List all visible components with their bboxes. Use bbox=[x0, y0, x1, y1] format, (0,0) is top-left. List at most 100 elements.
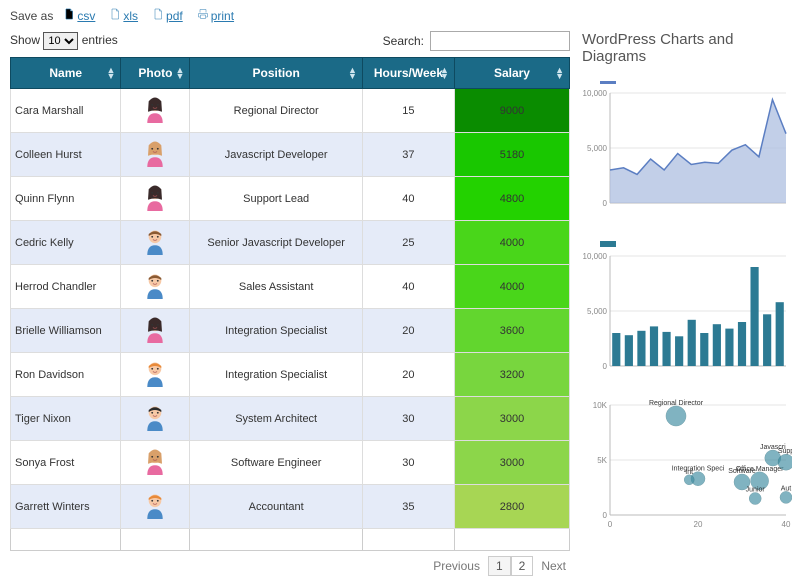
cell-position: Senior Javascript Developer bbox=[190, 221, 363, 265]
export-print-link[interactable]: print bbox=[197, 8, 234, 23]
cell-photo bbox=[121, 265, 190, 309]
table-row[interactable]: Garrett Winters Accountant 35 2800 bbox=[11, 485, 570, 529]
cell-salary: 5180 bbox=[454, 133, 569, 177]
cell-salary: 4000 bbox=[454, 221, 569, 265]
table-row[interactable]: Tiger Nixon System Architect 30 3000 bbox=[11, 397, 570, 441]
cell-salary: 3200 bbox=[454, 353, 569, 397]
table-row[interactable]: Sonya Frost Software Engineer 30 3000 bbox=[11, 441, 570, 485]
cell-salary: 3000 bbox=[454, 441, 569, 485]
svg-text:0: 0 bbox=[608, 520, 613, 529]
cell-photo bbox=[121, 133, 190, 177]
cell-position: Software Engineer bbox=[190, 441, 363, 485]
svg-text:20: 20 bbox=[694, 520, 703, 529]
cell-position: Regional Director bbox=[190, 89, 363, 133]
legend-swatch bbox=[600, 241, 616, 247]
cell-hours: 40 bbox=[362, 265, 454, 309]
search-input[interactable] bbox=[430, 31, 570, 51]
cell-photo bbox=[121, 89, 190, 133]
cell-name: Herrod Chandler bbox=[11, 265, 121, 309]
svg-text:10,000: 10,000 bbox=[583, 89, 608, 98]
cell-photo bbox=[121, 441, 190, 485]
cell-hours: 25 bbox=[362, 221, 454, 265]
entries-label: entries bbox=[82, 33, 118, 47]
filter-hours-input[interactable] bbox=[363, 532, 449, 547]
cell-salary: 3000 bbox=[454, 397, 569, 441]
table-row[interactable]: Quinn Flynn Support Lead 40 4800 bbox=[11, 177, 570, 221]
table-row[interactable]: Cedric Kelly Senior Javascript Developer… bbox=[11, 221, 570, 265]
cell-name: Tiger Nixon bbox=[11, 397, 121, 441]
export-csv-link[interactable]: csv bbox=[63, 8, 95, 23]
export-xls-link[interactable]: xls bbox=[109, 8, 138, 23]
svg-text:10,000: 10,000 bbox=[583, 252, 608, 261]
cell-photo bbox=[121, 485, 190, 529]
bar-chart: 0 5,000 10,000 bbox=[582, 236, 792, 383]
sort-icon: ▲▼ bbox=[348, 67, 357, 79]
svg-text:0: 0 bbox=[603, 362, 608, 371]
svg-text:Aut: Aut bbox=[781, 485, 792, 492]
svg-text:Supp: Supp bbox=[778, 448, 792, 455]
cell-photo bbox=[121, 177, 190, 221]
filter-salary-input[interactable] bbox=[455, 532, 563, 547]
charts-title: WordPress Charts and Diagrams bbox=[582, 31, 792, 65]
sort-icon: ▲▼ bbox=[440, 67, 449, 79]
svg-text:Regional Director: Regional Director bbox=[649, 400, 704, 407]
cell-name: Cedric Kelly bbox=[11, 221, 121, 265]
bubble-chart: 05K10K02040Regional DirectorIntegration … bbox=[582, 399, 792, 532]
cell-hours: 30 bbox=[362, 397, 454, 441]
cell-salary: 2800 bbox=[454, 485, 569, 529]
col-position[interactable]: Position▲▼ bbox=[190, 58, 363, 89]
pager: Previous 12 Next bbox=[10, 551, 570, 581]
cell-name: Cara Marshall bbox=[11, 89, 121, 133]
cell-name: Quinn Flynn bbox=[11, 177, 121, 221]
col-hours[interactable]: Hours/Week▲▼ bbox=[362, 58, 454, 89]
cell-photo bbox=[121, 397, 190, 441]
legend-swatch bbox=[600, 81, 616, 84]
export-pdf-link[interactable]: pdf bbox=[152, 8, 183, 23]
cell-photo bbox=[121, 353, 190, 397]
svg-text:0: 0 bbox=[603, 199, 608, 208]
table-row[interactable]: Colleen Hurst Javascript Developer 37 51… bbox=[11, 133, 570, 177]
col-photo[interactable]: Photo▲▼ bbox=[121, 58, 190, 89]
export-bar: Save as csv xls pdf print bbox=[10, 8, 790, 23]
svg-text:40: 40 bbox=[782, 520, 791, 529]
table-row[interactable]: Cara Marshall Regional Director 15 9000 bbox=[11, 89, 570, 133]
entries-select[interactable]: 10 bbox=[43, 32, 78, 50]
page-1[interactable]: 1 bbox=[488, 556, 511, 576]
cell-position: Integration Specialist bbox=[190, 309, 363, 353]
file-icon bbox=[109, 8, 121, 23]
next-button[interactable]: Next bbox=[541, 559, 566, 573]
filter-position-input[interactable] bbox=[190, 532, 353, 547]
search-label: Search: bbox=[383, 34, 424, 48]
filter-photo-input[interactable] bbox=[121, 532, 186, 547]
table-row[interactable]: Ron Davidson Integration Specialist 20 3… bbox=[11, 353, 570, 397]
cell-hours: 35 bbox=[362, 485, 454, 529]
table-footer-row bbox=[11, 529, 570, 551]
previous-button[interactable]: Previous bbox=[433, 559, 480, 573]
svg-text:Integration Speci: Integration Speci bbox=[672, 466, 725, 473]
cell-hours: 20 bbox=[362, 353, 454, 397]
svg-text:5,000: 5,000 bbox=[587, 307, 608, 316]
table-row[interactable]: Herrod Chandler Sales Assistant 40 4000 bbox=[11, 265, 570, 309]
cell-hours: 37 bbox=[362, 133, 454, 177]
cell-position: Integration Specialist bbox=[190, 353, 363, 397]
cell-position: Support Lead bbox=[190, 177, 363, 221]
cell-name: Garrett Winters bbox=[11, 485, 121, 529]
page-2[interactable]: 2 bbox=[511, 556, 534, 576]
col-name[interactable]: Name▲▼ bbox=[11, 58, 121, 89]
file-icon bbox=[63, 8, 75, 23]
filter-name-input[interactable] bbox=[11, 532, 115, 547]
cell-name: Brielle Williamson bbox=[11, 309, 121, 353]
table-row[interactable]: Brielle Williamson Integration Specialis… bbox=[11, 309, 570, 353]
col-salary[interactable]: Salary▲▼ bbox=[454, 58, 569, 89]
svg-text:Office Manager: Office Manager bbox=[736, 466, 784, 473]
cell-name: Sonya Frost bbox=[11, 441, 121, 485]
svg-text:5K: 5K bbox=[597, 456, 607, 465]
cell-salary: 4800 bbox=[454, 177, 569, 221]
print-icon bbox=[197, 8, 209, 23]
cell-photo bbox=[121, 221, 190, 265]
file-icon bbox=[152, 8, 164, 23]
table-controls: Show 10 entries Search: bbox=[10, 31, 570, 51]
cell-salary: 9000 bbox=[454, 89, 569, 133]
cell-photo bbox=[121, 309, 190, 353]
cell-hours: 40 bbox=[362, 177, 454, 221]
